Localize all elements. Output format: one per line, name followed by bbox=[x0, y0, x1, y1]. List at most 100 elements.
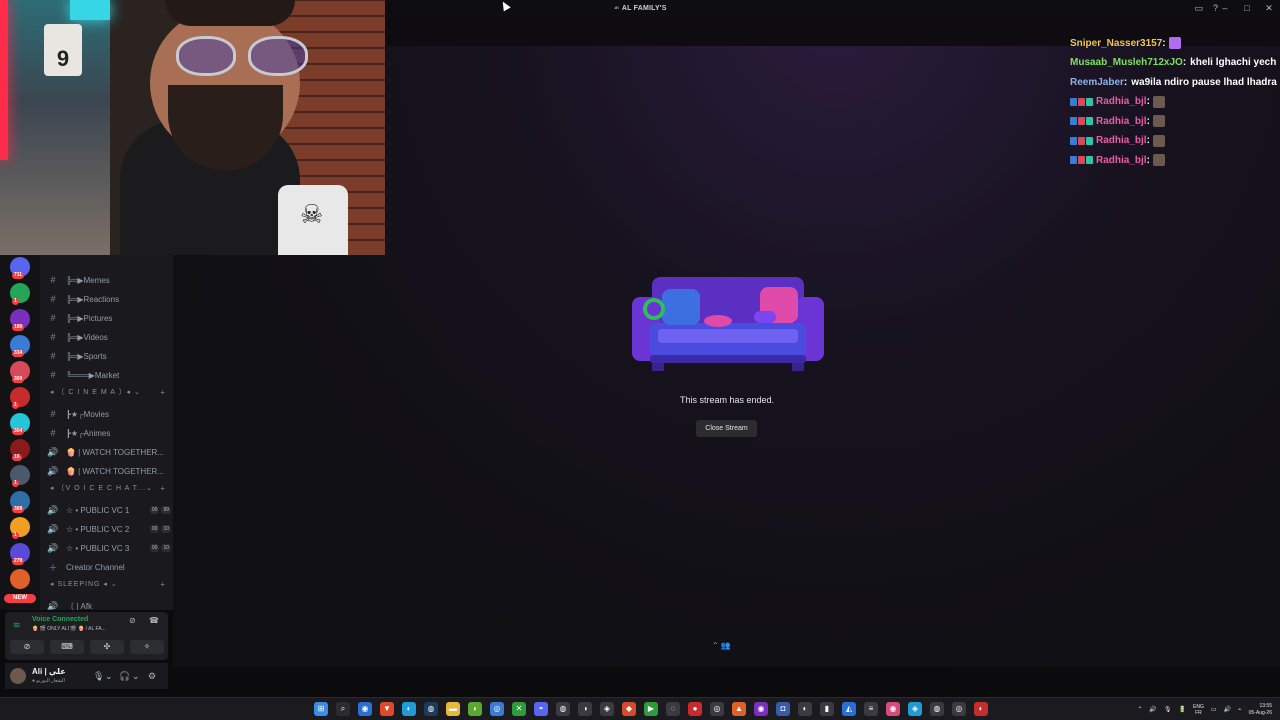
start-icon[interactable]: ⊞ bbox=[314, 702, 328, 716]
text-channel[interactable]: # ╚═══▶Market bbox=[40, 366, 173, 384]
window-controls: – □ ✕ bbox=[1220, 0, 1274, 16]
noise-suppression-icon[interactable]: ⊘ bbox=[129, 616, 136, 625]
language-indicator[interactable]: ENG FR bbox=[1193, 704, 1204, 716]
close-stream-button[interactable]: Close Stream bbox=[696, 420, 757, 437]
server-badge: 334 bbox=[12, 350, 25, 357]
speaker-icon[interactable]: 🔊 bbox=[1149, 706, 1156, 713]
chrome-icon[interactable]: ◉ bbox=[358, 702, 372, 716]
voice-channel[interactable]: 🔊 ☆ • PUBLIC VC 3 00 10 bbox=[40, 539, 173, 557]
voice-channel[interactable]: 🔊 🍿 | WATCH TOGETHER... bbox=[40, 462, 173, 480]
clock[interactable]: 13:55 05-Aug-26 bbox=[1249, 703, 1272, 717]
gear-icon[interactable]: ⚙ bbox=[148, 671, 156, 682]
add-channel-icon[interactable]: + bbox=[160, 484, 166, 493]
username[interactable]: Ali | علي bbox=[32, 667, 66, 676]
chat-separator: : bbox=[1182, 57, 1187, 68]
channel-category[interactable]: ◂ 〔 C I N E M A 〕◂ ⌄ + bbox=[50, 385, 170, 399]
voice-channel[interactable]: 🔊 ☆ • PUBLIC VC 1 00 99 bbox=[40, 501, 173, 519]
nvidia-icon[interactable]: ◗ bbox=[468, 702, 482, 716]
help-icon[interactable]: ? bbox=[1213, 3, 1218, 13]
xbox-icon[interactable]: ✕ bbox=[512, 702, 526, 716]
minimize-button[interactable]: – bbox=[1220, 0, 1230, 16]
hash-icon: # bbox=[50, 313, 56, 323]
voice-channel[interactable]: 🔊 🍿 | WATCH TOGETHER... bbox=[40, 443, 173, 461]
headphones-icon[interactable]: 🎧 bbox=[119, 671, 130, 682]
text-channel[interactable]: # ╠═▶Videos bbox=[40, 328, 173, 346]
channel-category[interactable]: ◂ SLEEPING ◂ ⌄ + bbox=[50, 577, 170, 591]
app-icon-3[interactable]: ◆ bbox=[622, 702, 636, 716]
search-icon[interactable]: ⌕ bbox=[336, 702, 350, 716]
text-channel[interactable]: # ┣★┌Animes bbox=[40, 424, 173, 442]
web-icon[interactable]: ◎ bbox=[490, 702, 504, 716]
close-window-button[interactable]: ✕ bbox=[1264, 0, 1274, 16]
tray-expand-icon[interactable]: ⌃ bbox=[1137, 706, 1142, 713]
add-channel-icon[interactable]: + bbox=[160, 388, 166, 397]
server-badge: 279 bbox=[12, 558, 25, 565]
brave-icon[interactable]: ▼ bbox=[380, 702, 394, 716]
channel-label: ☆ • PUBLIC VC 3 bbox=[66, 543, 130, 553]
app-icon-13[interactable]: ◭ bbox=[842, 702, 856, 716]
speaker-icon: 🔊 bbox=[47, 542, 59, 553]
app-icon-5[interactable]: ◌ bbox=[666, 702, 680, 716]
steam-icon[interactable]: ◍ bbox=[424, 702, 438, 716]
battery-icon[interactable]: 🔋 bbox=[1179, 706, 1186, 713]
app-icon-17[interactable]: ◍ bbox=[930, 702, 944, 716]
app-icon-7[interactable]: ◎ bbox=[710, 702, 724, 716]
discord-icon[interactable]: ◓ bbox=[534, 702, 548, 716]
voice-channel[interactable]: 🔊 ☆ • PUBLIC VC 2 00 10 bbox=[40, 520, 173, 538]
creator-channel[interactable]: ＋ Creator Channel bbox=[40, 558, 173, 576]
app-icon-4[interactable]: ▶ bbox=[644, 702, 658, 716]
volume-icon[interactable]: 🔊 bbox=[1224, 706, 1231, 713]
mic-icon[interactable]: 🎙 bbox=[93, 671, 104, 682]
app-icon-9[interactable]: ◉ bbox=[754, 702, 768, 716]
system-tray: ⌃ 🔊 🎙 🔋 ENG FR ▭ 🔊 ⌁ 13:55 05-Aug-26 bbox=[1137, 698, 1272, 720]
text-channel[interactable]: # ╠═▶Sports bbox=[40, 347, 173, 365]
app-icon-16[interactable]: ◈ bbox=[908, 702, 922, 716]
microphone-tray-icon[interactable]: 🎙 bbox=[1164, 706, 1172, 713]
server-badge: 180 bbox=[12, 324, 25, 331]
chat-separator: : bbox=[1146, 135, 1150, 146]
camera-off-button[interactable]: ⊘ bbox=[10, 640, 44, 654]
app-icon-18[interactable]: ◎ bbox=[952, 702, 966, 716]
voice-channel[interactable]: 🔊 〔 | Afk bbox=[40, 597, 173, 611]
text-channel[interactable]: # ┣★┌Movies bbox=[40, 405, 173, 423]
activities-button[interactable]: ✣ bbox=[90, 640, 124, 654]
app-icon-10[interactable]: ◘ bbox=[776, 702, 790, 716]
edge-icon[interactable]: ◐ bbox=[402, 702, 416, 716]
app-icon-6[interactable]: ● bbox=[688, 702, 702, 716]
add-channel-icon[interactable]: + bbox=[160, 580, 166, 589]
app-icon-1[interactable]: ◑ bbox=[578, 702, 592, 716]
speaker-icon: 🔊 bbox=[47, 465, 59, 476]
text-channel[interactable]: # ╠═▶Reactions bbox=[40, 290, 173, 308]
streamer-glasses bbox=[176, 36, 326, 80]
app-icon-11[interactable]: ◐ bbox=[798, 702, 812, 716]
folder-icon[interactable]: ▬ bbox=[446, 702, 460, 716]
voice-channel-name[interactable]: 🍿 🎬 ONLY ALI 🎬 🍿 / AL FA... bbox=[32, 626, 106, 632]
inbox-icon[interactable]: ▭ bbox=[1194, 3, 1203, 14]
app-icon-15[interactable]: ◉ bbox=[886, 702, 900, 716]
app-icon-12[interactable]: ▮ bbox=[820, 702, 834, 716]
app-icon-2[interactable]: ◈ bbox=[600, 702, 614, 716]
soundboard-button[interactable]: ✧ bbox=[130, 640, 164, 654]
screen-share-button[interactable]: ⌨ bbox=[50, 640, 84, 654]
category-label: ◂ SLEEPING ◂ ⌄ bbox=[50, 581, 118, 588]
chat-username: Radhia_bjl bbox=[1096, 96, 1147, 107]
app-icon-19[interactable]: ◐ bbox=[974, 702, 988, 716]
user-count-pill: 00 bbox=[149, 544, 160, 552]
app-icon-14[interactable]: ≡ bbox=[864, 702, 878, 716]
channel-category[interactable]: ◂ 〔V O I C E C H A T...⌄ + bbox=[50, 481, 170, 495]
display-icon[interactable]: ▭ bbox=[1211, 706, 1217, 713]
power-icon[interactable]: ⌁ bbox=[1238, 706, 1242, 713]
voice-connected-title[interactable]: Voice Connected bbox=[32, 616, 88, 623]
maximize-button[interactable]: □ bbox=[1242, 0, 1252, 16]
text-channel[interactable]: # ╠═▶Pictures bbox=[40, 309, 173, 327]
app-icon-8[interactable]: ▲ bbox=[732, 702, 746, 716]
chevron-down-icon[interactable]: ⌄ bbox=[105, 671, 113, 682]
chevron-down-icon[interactable]: ⌄ bbox=[132, 671, 140, 682]
avatar[interactable] bbox=[10, 668, 26, 684]
disconnect-icon[interactable]: ☎ bbox=[149, 616, 159, 625]
voice-connected-panel: ≋ Voice Connected 🍿 🎬 ONLY ALI 🎬 🍿 / AL … bbox=[5, 612, 168, 660]
server-icon[interactable] bbox=[10, 569, 30, 589]
obs-icon[interactable]: ◍ bbox=[556, 702, 570, 716]
text-channel[interactable]: # ╠═▶Memes bbox=[40, 271, 173, 289]
people-toggle-icon[interactable]: ⌃ 👥 bbox=[712, 641, 731, 650]
